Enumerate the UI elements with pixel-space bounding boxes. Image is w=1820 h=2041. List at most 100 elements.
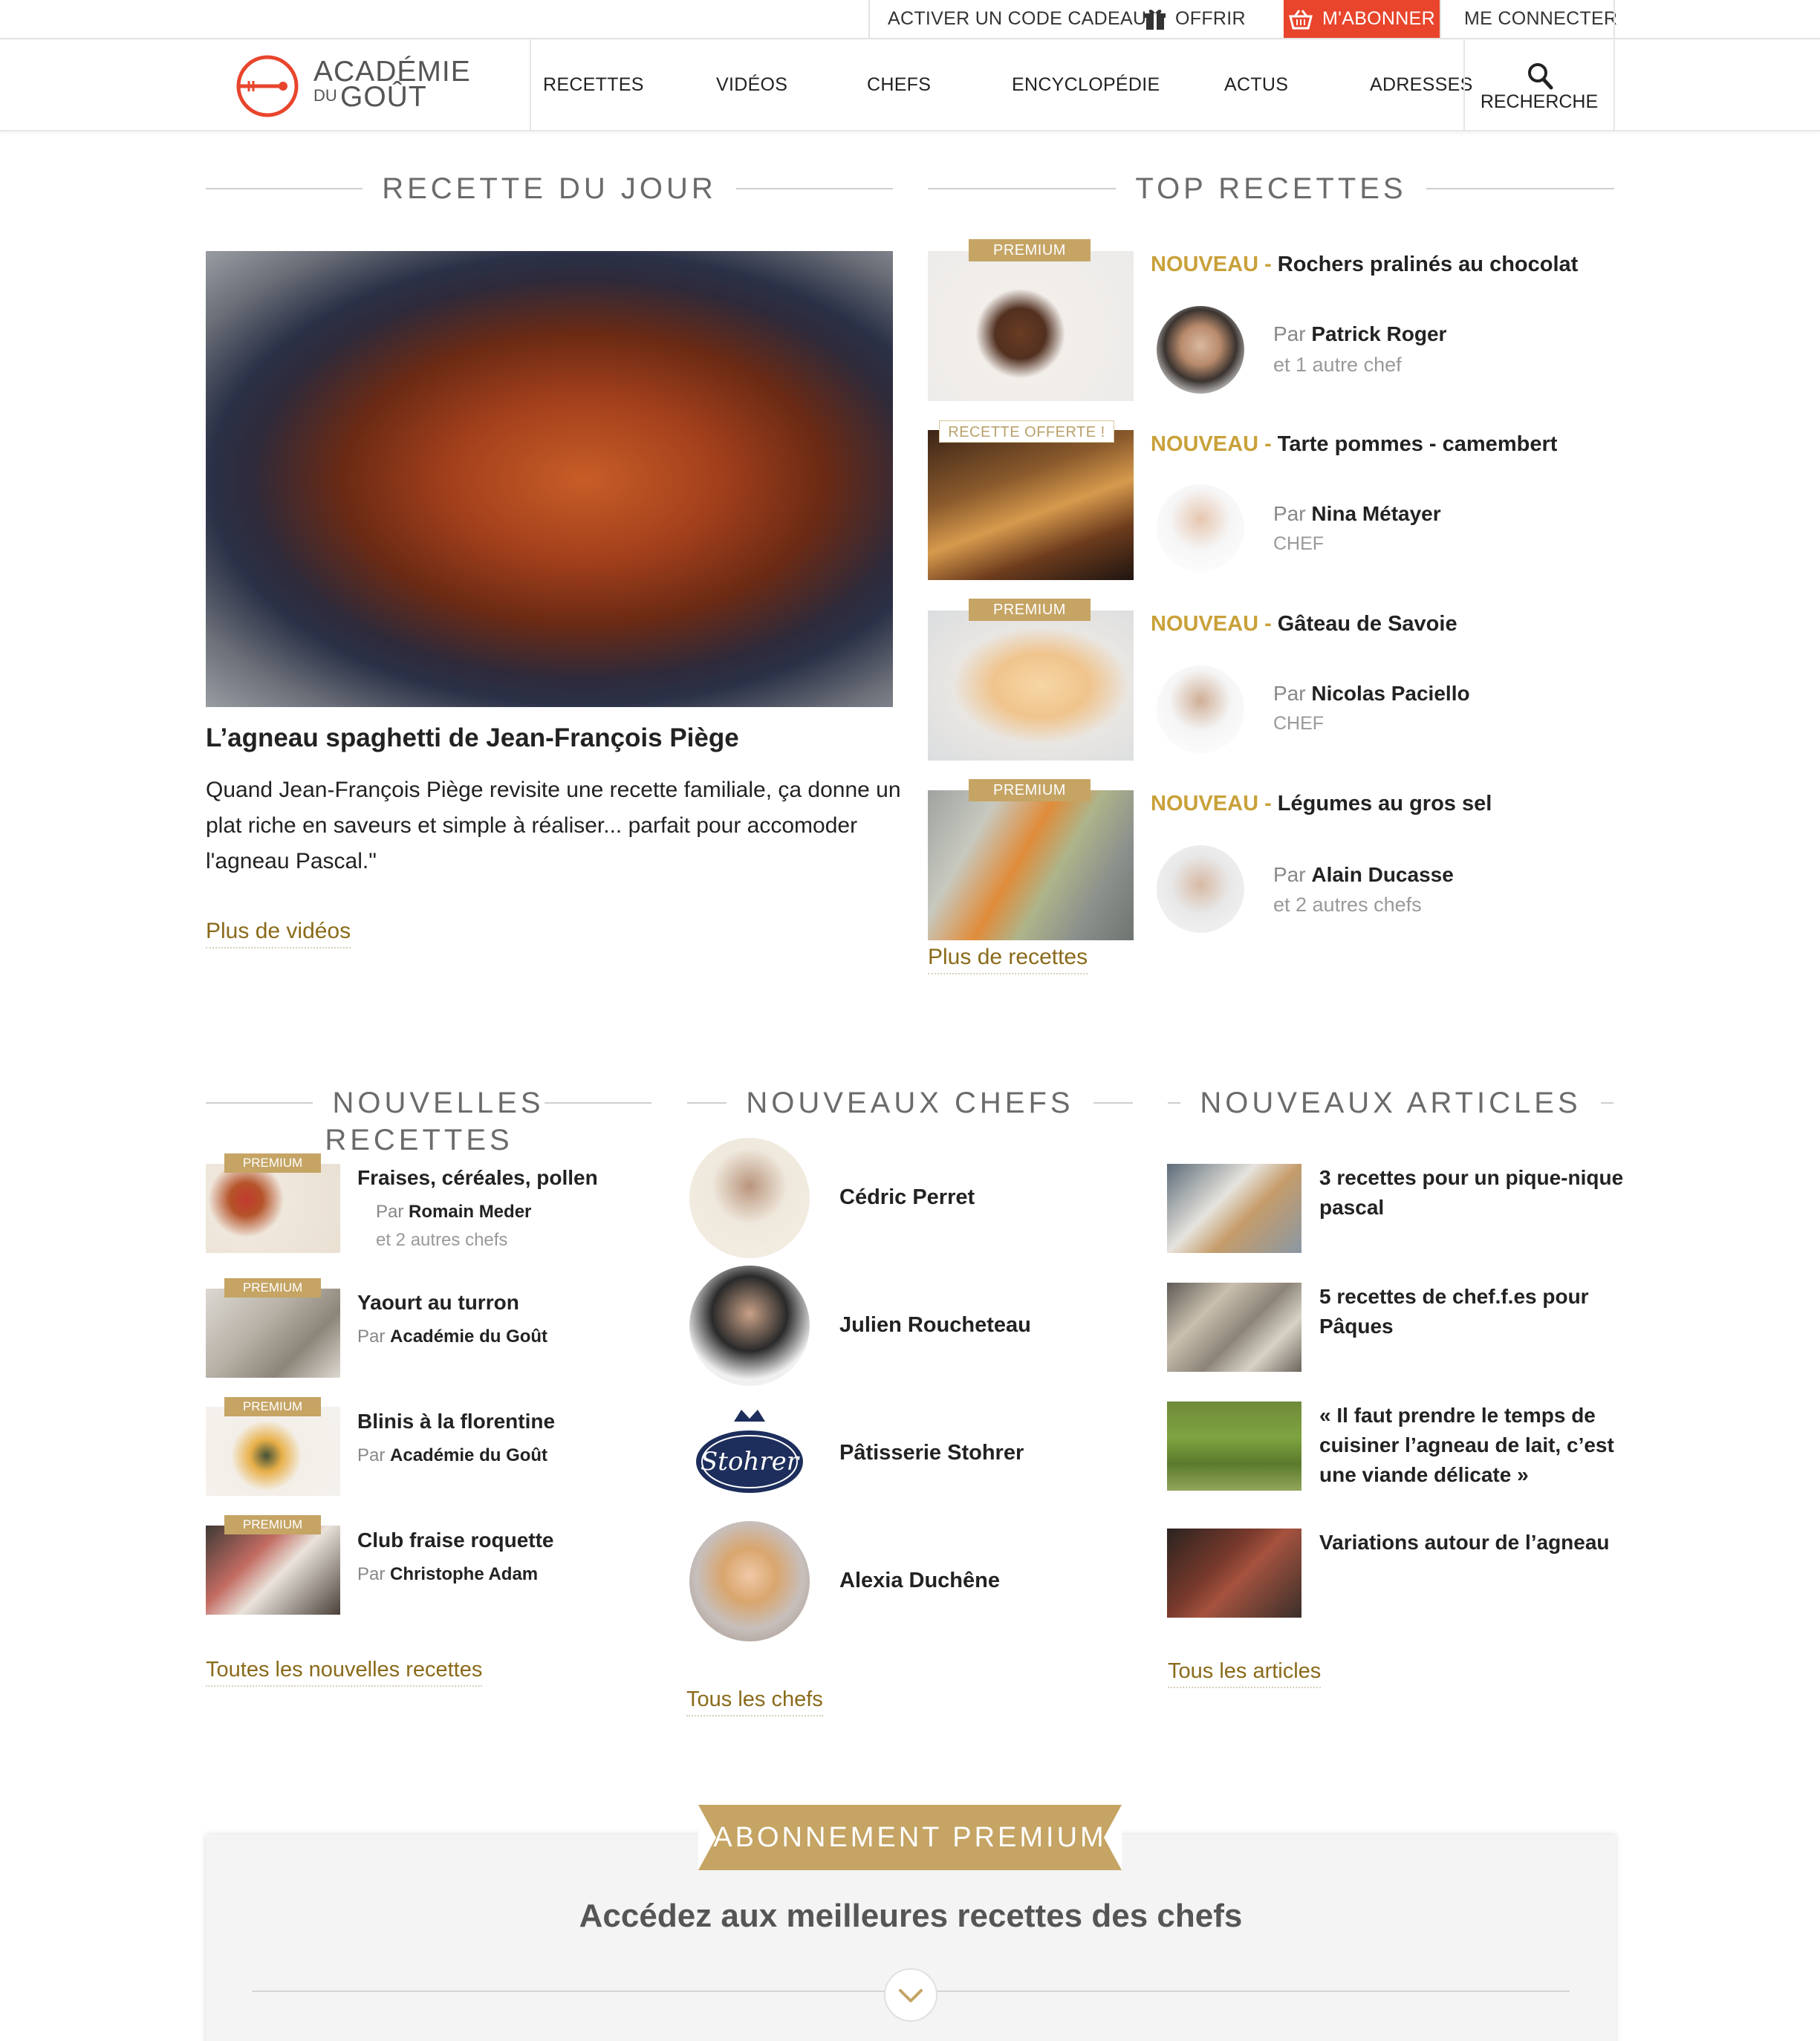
basket-icon — [1289, 10, 1313, 30]
recipe-author: Par Nicolas Paciello — [1273, 682, 1470, 706]
chef-name[interactable]: Académie du Goût — [390, 1445, 547, 1465]
top-recipe-image[interactable] — [928, 430, 1134, 580]
all-new-recipes-link[interactable]: Toutes les nouvelles recettes — [206, 1658, 483, 1687]
logo-text: DU — [313, 86, 337, 105]
premium-badge: PREMIUM — [969, 779, 1091, 801]
article-image[interactable] — [1167, 1164, 1301, 1253]
login-link[interactable]: ME CONNECTER — [1464, 0, 1617, 38]
chef-name[interactable]: Christophe Adam — [390, 1564, 538, 1584]
new-recipe-image[interactable] — [206, 1289, 340, 1378]
article-title[interactable]: Variations autour de l’agneau — [1319, 1528, 1610, 1557]
top-recipe-image[interactable] — [928, 790, 1134, 940]
expand-button[interactable] — [884, 1968, 937, 2022]
stohrer-logo-text: Stohrer — [701, 1447, 799, 1477]
article-title[interactable]: 3 recettes pour un pique-nique pascal — [1319, 1163, 1623, 1223]
by-prefix: Par — [376, 1202, 409, 1222]
logo-text: GOÛT — [340, 81, 427, 113]
new-recipe-title[interactable]: Blinis à la florentine — [357, 1407, 555, 1436]
more-videos-link[interactable]: Plus de vidéos — [206, 919, 351, 948]
gift-icon — [1145, 10, 1166, 30]
nav-item-videos[interactable]: VIDÉOS — [716, 39, 787, 130]
all-chefs-link[interactable]: Tous les chefs — [686, 1687, 823, 1716]
premium-title: Accédez aux meilleures recettes des chef… — [579, 1898, 1243, 1934]
chef-avatar[interactable] — [1157, 484, 1244, 572]
gift-code-link[interactable]: ACTIVER UN CODE CADEAU — [888, 0, 1146, 38]
chef-avatar[interactable]: Stohrer — [689, 1393, 810, 1514]
article-image[interactable] — [1167, 1529, 1301, 1618]
nav-item-encyclopedie[interactable]: ENCYCLOPÉDIE — [1012, 39, 1160, 130]
premium-badge: PREMIUM — [224, 1397, 321, 1416]
new-recipe-image[interactable] — [206, 1164, 340, 1253]
chef-name[interactable]: Cédric Perret — [839, 1185, 975, 1210]
recipe-coauthors: et 2 autres chefs — [376, 1230, 508, 1250]
chef-name[interactable]: Patrick Roger — [1311, 322, 1446, 345]
main-navigation: ACADÉMIE DU GOÛT RECETTES VIDÉOS CHEFS E… — [0, 39, 1820, 131]
chef-role: CHEF — [1273, 713, 1325, 734]
chef-avatar[interactable] — [1157, 665, 1244, 753]
new-recipe-title[interactable]: Fraises, céréales, pollen — [357, 1163, 598, 1193]
chef-name[interactable]: Julien Roucheteau — [839, 1313, 1031, 1338]
chef-name[interactable]: Académie du Goût — [390, 1327, 547, 1347]
nav-item-adresses[interactable]: ADRESSES — [1370, 39, 1473, 130]
top-recipe-image[interactable] — [928, 251, 1134, 401]
section-heading: NOUVELLES RECETTES — [206, 1084, 651, 1156]
by-prefix: Par — [1273, 682, 1312, 705]
new-label: NOUVEAU - — [1151, 432, 1278, 456]
premium-banner-label: ABONNEMENT PREMIUM — [713, 1822, 1107, 1853]
premium-badge: PREMIUM — [224, 1515, 321, 1534]
subscribe-button[interactable]: M'ABONNER — [1284, 0, 1440, 38]
article-title-line: Pâques — [1319, 1315, 1394, 1338]
section-title: RECETTE DU JOUR — [206, 170, 893, 207]
new-recipe-title[interactable]: Club fraise roquette — [357, 1526, 553, 1555]
top-recipe-title[interactable]: NOUVEAU - Tarte pommes - camembert — [1151, 432, 1557, 457]
premium-badge: PREMIUM — [224, 1153, 321, 1173]
top-recipe-title[interactable]: NOUVEAU - Rochers pralinés au chocolat — [1151, 253, 1578, 277]
recipe-coauthors: et 1 autre chef — [1273, 354, 1402, 376]
new-recipe-image[interactable] — [206, 1407, 340, 1496]
recipe-author: Par Romain Meder — [376, 1202, 531, 1223]
chef-avatar[interactable] — [1157, 306, 1244, 394]
chef-name[interactable]: Nicolas Paciello — [1311, 682, 1469, 705]
nav-item-chefs[interactable]: CHEFS — [867, 39, 931, 130]
top-recipe-image[interactable] — [928, 611, 1134, 761]
search-icon — [1528, 63, 1553, 90]
new-recipe-title[interactable]: Yaourt au turron — [357, 1288, 519, 1318]
top-recipe-title[interactable]: NOUVEAU - Légumes au gros sel — [1151, 792, 1492, 816]
nav-item-actus[interactable]: ACTUS — [1224, 39, 1288, 130]
chef-avatar[interactable] — [689, 1138, 810, 1258]
chef-avatar[interactable] — [689, 1266, 810, 1386]
nav-item-recettes[interactable]: RECETTES — [543, 39, 644, 130]
recipe-author: Par Nina Métayer — [1273, 502, 1441, 526]
chef-name[interactable]: Pâtisserie Stohrer — [839, 1441, 1024, 1465]
by-prefix: Par — [357, 1445, 391, 1465]
chef-name[interactable]: Nina Métayer — [1311, 502, 1440, 525]
chef-name[interactable]: Alexia Duchêne — [839, 1569, 1000, 1593]
utility-divider — [1613, 0, 1615, 38]
title-text: Tarte pommes - camembert — [1277, 432, 1558, 456]
article-image[interactable] — [1167, 1402, 1301, 1491]
recipe-author: Par Christophe Adam — [357, 1564, 538, 1585]
article-title[interactable]: « Il faut prendre le temps de cuisiner l’… — [1319, 1401, 1614, 1490]
article-title[interactable]: 5 recettes de chef.f.es pour Pâques — [1319, 1282, 1589, 1341]
search-button[interactable]: RECHERCHE — [1464, 39, 1614, 130]
more-recipes-link[interactable]: Plus de recettes — [928, 945, 1088, 974]
offer-label: OFFRIR — [1175, 8, 1246, 29]
new-recipe-image[interactable] — [206, 1526, 340, 1615]
by-prefix: Par — [1273, 502, 1312, 525]
subscribe-label: M'ABONNER — [1322, 8, 1435, 29]
all-articles-link[interactable]: Tous les articles — [1168, 1659, 1322, 1688]
new-label: NOUVEAU - — [1151, 792, 1278, 816]
chef-name[interactable]: Alain Ducasse — [1311, 863, 1453, 886]
chevron-down-icon — [899, 1989, 923, 2002]
offer-link[interactable]: OFFRIR — [1144, 0, 1246, 38]
chef-avatar[interactable] — [689, 1521, 810, 1641]
chef-avatar[interactable] — [1157, 845, 1244, 933]
article-image[interactable] — [1167, 1283, 1301, 1372]
top-recipe-title[interactable]: NOUVEAU - Gâteau de Savoie — [1151, 612, 1457, 637]
article-title-line: cuisiner l’agneau de lait, c’est — [1319, 1433, 1614, 1456]
recipe-of-day-title[interactable]: L’agneau spaghetti de Jean-François Pièg… — [206, 723, 739, 753]
by-prefix: Par — [1273, 863, 1312, 886]
chef-name[interactable]: Romain Meder — [409, 1202, 531, 1222]
site-logo[interactable]: ACADÉMIE DU GOÛT — [234, 53, 472, 120]
recipe-of-day-image[interactable] — [206, 251, 893, 707]
